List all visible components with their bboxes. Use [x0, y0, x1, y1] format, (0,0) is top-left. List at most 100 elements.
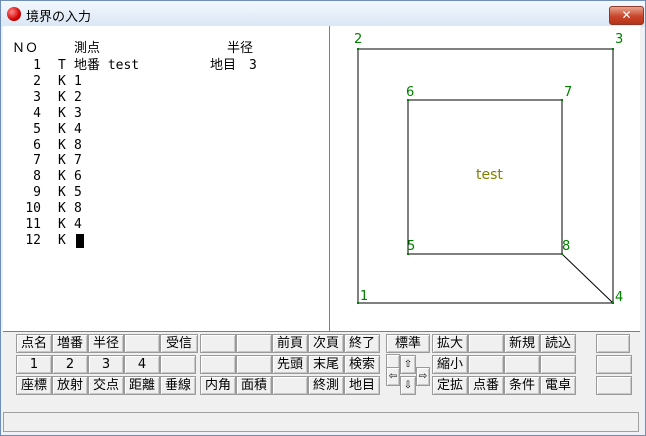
- btn-row3-電卓[interactable]: 電卓: [540, 376, 576, 395]
- row-type: K: [58, 169, 66, 185]
- btn-row1-半径[interactable]: 半径: [88, 334, 124, 353]
- btn-row2-blank11[interactable]: [468, 355, 504, 374]
- btn-row1-新規[interactable]: 新規: [504, 334, 540, 353]
- btn-row2-2[interactable]: 2: [52, 355, 88, 374]
- point-label: 5: [407, 239, 415, 254]
- row-point-name: 地番 test: [74, 58, 140, 73]
- btn-row3-blank14[interactable]: [596, 376, 632, 395]
- header-no: ＮＯ: [12, 41, 39, 56]
- btn-row1-増番[interactable]: 増番: [52, 334, 88, 353]
- drawing-canvas[interactable]: 1 2 3 4 5 6 7 8 test: [330, 26, 640, 332]
- btn-row3-面積[interactable]: 面積: [236, 376, 272, 395]
- row-number: 11: [25, 217, 41, 232]
- row-type: K: [58, 105, 66, 121]
- btn-row2-blank13[interactable]: [540, 355, 576, 374]
- btn-row1-標準[interactable]: 標準: [386, 334, 430, 353]
- btn-row3-条件[interactable]: 条件: [504, 376, 540, 395]
- row-point-name: 3: [74, 105, 82, 121]
- btn-row2-3[interactable]: 3: [88, 355, 124, 374]
- arrow-up-button[interactable]: ⇧: [400, 355, 416, 374]
- btn-row2-検索[interactable]: 検索: [344, 355, 380, 374]
- row-number: 9: [33, 185, 41, 201]
- btn-row1-blank12[interactable]: [468, 334, 504, 353]
- row-type: K: [58, 201, 66, 217]
- close-button[interactable]: ✕: [609, 6, 644, 25]
- point-label: 3: [615, 32, 623, 47]
- point-label: 4: [615, 290, 623, 305]
- btn-row2-4[interactable]: 4: [124, 355, 160, 374]
- point-marker: [407, 253, 409, 255]
- btn-row2-blank14[interactable]: [596, 355, 632, 374]
- row-point-name: 5: [74, 185, 82, 201]
- point-marker: [612, 48, 614, 50]
- btn-row2-縮小[interactable]: 縮小: [432, 355, 468, 374]
- btn-row3-座標[interactable]: 座標: [16, 376, 52, 395]
- btn-row1-点名[interactable]: 点名: [16, 334, 52, 353]
- btn-row3-blank7[interactable]: [272, 376, 308, 395]
- row-number: 4: [33, 105, 41, 121]
- point-label: 7: [564, 85, 572, 100]
- btn-row3-終測[interactable]: 終測: [308, 376, 344, 395]
- btn-row2-先頭[interactable]: 先頭: [272, 355, 308, 374]
- point-label: 2: [354, 32, 362, 47]
- row-type: K: [58, 185, 66, 201]
- btn-row2-blank4[interactable]: [160, 355, 196, 374]
- row-point-name: 6: [74, 169, 82, 185]
- arrow-down-button[interactable]: ⇩: [400, 376, 416, 395]
- btn-row3-放射[interactable]: 放射: [52, 376, 88, 395]
- btn-row1-読込[interactable]: 読込: [540, 334, 576, 353]
- btn-row3-地目[interactable]: 地目: [344, 376, 380, 395]
- row-number: 12: [25, 232, 41, 248]
- row-type: K: [58, 153, 66, 169]
- row-point-name: 4: [74, 121, 82, 137]
- parcel-label: test: [476, 167, 503, 183]
- app-red-ball-icon: [7, 7, 21, 21]
- row-point-name: 1: [74, 73, 82, 89]
- arrow-right-button[interactable]: ⇨: [416, 367, 430, 386]
- btn-row1-終了[interactable]: 終了: [344, 334, 380, 353]
- btn-row2-blank5[interactable]: [200, 355, 236, 374]
- window-title: 境界の入力: [26, 10, 92, 25]
- row-type: K: [58, 73, 66, 89]
- point-marker: [612, 302, 614, 304]
- boundary-plot: 1 2 3 4 5 6 7 8 test: [354, 32, 623, 305]
- btn-row1-blank3[interactable]: [124, 334, 160, 353]
- boundary-line: [561, 253, 614, 304]
- btn-row1-前頁[interactable]: 前頁: [272, 334, 308, 353]
- btn-row2-末尾[interactable]: 末尾: [308, 355, 344, 374]
- btn-row2-1[interactable]: 1: [16, 355, 52, 374]
- btn-row1-blank5[interactable]: [200, 334, 236, 353]
- row-number: 3: [33, 89, 41, 105]
- btn-row2-blank6[interactable]: [236, 355, 272, 374]
- btn-row1-受信[interactable]: 受信: [160, 334, 198, 353]
- point-label: 8: [562, 239, 570, 254]
- btn-row3-距離[interactable]: 距離: [124, 376, 160, 395]
- text-cursor: [76, 233, 84, 248]
- point-label: 1: [360, 289, 368, 304]
- btn-row1-次頁[interactable]: 次頁: [308, 334, 344, 353]
- btn-row3-定拡[interactable]: 定拡: [432, 376, 468, 395]
- header-radius: 半径: [227, 41, 254, 56]
- row-extra: 地目 3: [210, 58, 257, 73]
- btn-row3-内角[interactable]: 内角: [200, 376, 236, 395]
- btn-row3-交点[interactable]: 交点: [88, 376, 124, 395]
- btn-row2-blank12[interactable]: [504, 355, 540, 374]
- row-type: K: [58, 137, 66, 153]
- arrow-left-button[interactable]: ⇦: [386, 367, 400, 386]
- btn-row3-垂線[interactable]: 垂線: [160, 376, 196, 395]
- row-type: T: [58, 58, 66, 73]
- title-bar[interactable]: 境界の入力 ✕: [1, 1, 645, 27]
- row-number: 8: [33, 169, 41, 185]
- row-number: 2: [33, 73, 41, 89]
- btn-row1-blank15[interactable]: [596, 334, 630, 353]
- row-point-name: 8: [74, 137, 82, 153]
- point-marker: [407, 99, 409, 101]
- btn-row3-点番[interactable]: 点番: [468, 376, 504, 395]
- row-number: 5: [33, 121, 41, 137]
- row-type: K: [58, 217, 66, 232]
- row-point-name: 7: [74, 153, 82, 169]
- row-number: 10: [25, 201, 41, 217]
- point-list[interactable]: ＮＯ 測点 半径 1 T 地番 test 地目 32K13K24K35K46K87K7…: [3, 26, 330, 332]
- btn-row1-拡大[interactable]: 拡大: [432, 334, 468, 353]
- btn-row1-blank6[interactable]: [236, 334, 272, 353]
